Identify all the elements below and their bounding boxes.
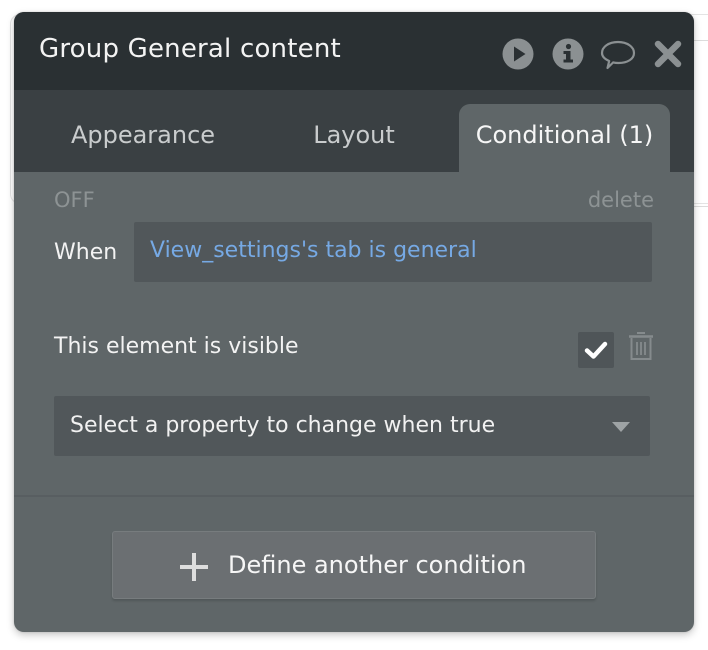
- tab-layout[interactable]: Layout: [266, 104, 442, 172]
- define-another-condition-label: Define another condition: [228, 551, 527, 579]
- visible-checkbox[interactable]: [578, 332, 614, 368]
- delete-condition-link[interactable]: delete: [588, 188, 654, 212]
- conditional-tab-content: OFF delete When View_settings's tab is g…: [14, 172, 694, 632]
- checkmark-icon: [584, 341, 608, 359]
- chevron-down-icon: [612, 422, 630, 432]
- when-expression-text[interactable]: View_settings's tab is general: [150, 238, 477, 263]
- background-divider: [694, 40, 708, 41]
- when-label: When: [54, 240, 118, 265]
- comment-icon[interactable]: [599, 37, 637, 71]
- tab-conditional[interactable]: Conditional (1): [459, 104, 670, 172]
- tab-appearance[interactable]: Appearance: [44, 104, 242, 172]
- panel-header[interactable]: Group General content: [14, 12, 694, 90]
- background-divider: [694, 206, 708, 207]
- trash-icon[interactable]: [626, 329, 656, 363]
- tab-bar: Appearance Layout Conditional (1): [14, 90, 694, 172]
- play-icon[interactable]: [501, 37, 535, 71]
- plus-icon: [180, 553, 208, 581]
- close-icon[interactable]: [652, 37, 684, 71]
- section-divider: [14, 495, 694, 497]
- property-select-placeholder: Select a property to change when true: [70, 413, 496, 438]
- property-select-dropdown[interactable]: Select a property to change when true: [54, 396, 650, 456]
- property-editor-panel: Group General content Appearance Layout …: [14, 12, 694, 632]
- condition-status-label[interactable]: OFF: [54, 188, 95, 212]
- when-expression-field[interactable]: View_settings's tab is general: [134, 222, 652, 282]
- define-another-condition-button[interactable]: Define another condition: [112, 531, 596, 599]
- property-visible-label: This element is visible: [54, 334, 299, 359]
- panel-title: Group General content: [39, 34, 341, 64]
- info-icon[interactable]: [551, 37, 585, 71]
